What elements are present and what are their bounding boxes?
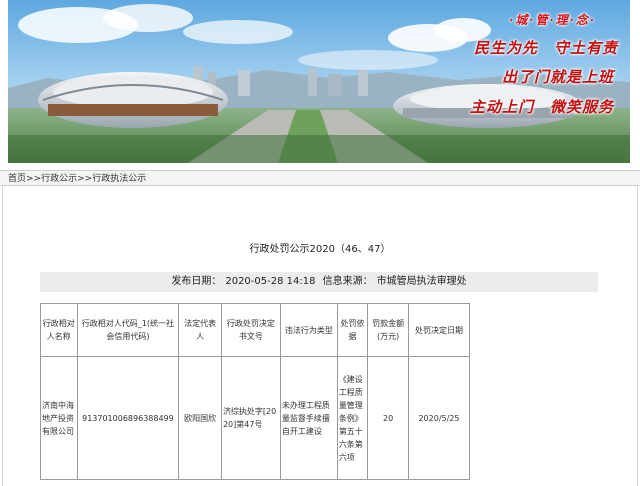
source-label: 信息来源：	[322, 276, 373, 287]
breadcrumb-home[interactable]: 首页	[8, 174, 26, 184]
column-header: 处罚决定日期	[407, 303, 471, 357]
breadcrumb-separator: >>	[77, 174, 93, 184]
page-title: 行政处罚公示2020（46、47）	[249, 244, 391, 255]
publish-date: 2020-05-28 14:18	[225, 276, 316, 287]
publish-date-label: 发布日期：	[171, 276, 222, 287]
slogan-line-2: 出了门就是上班	[501, 68, 614, 86]
source-value: 市城管局执法审理处	[376, 276, 467, 287]
breadcrumb-separator: >>	[26, 174, 42, 184]
slogan-line-1: 民生为先 守土有责	[473, 39, 618, 57]
cell-decision-date: 2020/5/25	[407, 356, 471, 480]
publish-meta-bar: 发布日期： 2020-05-28 14:18 信息来源： 市城管局执法审理处	[40, 272, 598, 292]
breadcrumb: 首页>>行政公示>>行政执法公示	[0, 170, 640, 186]
header-banner: ·城·管·理·念· 民生为先 守土有责 出了门就是上班 主动上门 微笑服务	[8, 0, 630, 163]
table-header-row: 行政相对人名称 行政相对人代码_1(统一社会信用代码) 法定代表人 行政处罚决定…	[40, 303, 471, 357]
column-header: 法定代表人	[178, 303, 222, 357]
cell-violation-type: 未办理工程质量监督手续擅自开工建设	[279, 356, 338, 480]
breadcrumb-admin-public[interactable]: 行政公示	[41, 174, 77, 184]
column-header: 行政处罚决定书文号	[220, 303, 281, 357]
breadcrumb-enforcement-public[interactable]: 行政执法公示	[92, 174, 146, 184]
column-header: 行政相对人代码_1(统一社会信用代码)	[76, 303, 180, 357]
slogan-title: ·城·管·理·念·	[509, 13, 596, 27]
cell-fine-amount: 20	[367, 356, 409, 480]
column-header: 违法行为类型	[279, 303, 338, 357]
cell-party-name: 济南中海地产投资有限公司	[40, 356, 78, 480]
slogan-line-3: 主动上门 微笑服务	[469, 98, 614, 116]
cell-legal-basis: 《建设工程质量管理条例》第五十六条第六项	[336, 356, 369, 480]
column-header: 处罚依据	[336, 303, 369, 357]
table-row: 济南中海地产投资有限公司 91370100689638849​9 欧阳国欣 济综…	[40, 356, 471, 480]
column-header: 行政相对人名称	[40, 303, 78, 357]
cell-credit-code: 91370100689638849​9	[76, 356, 180, 480]
cell-decision-number: 济综执处字[2020]第47号	[220, 356, 281, 480]
column-header: 罚款金额(万元)	[367, 303, 409, 357]
cell-legal-representative: 欧阳国欣	[178, 356, 222, 480]
penalty-table: 行政相对人名称 行政相对人代码_1(统一社会信用代码) 法定代表人 行政处罚决定…	[40, 303, 471, 480]
